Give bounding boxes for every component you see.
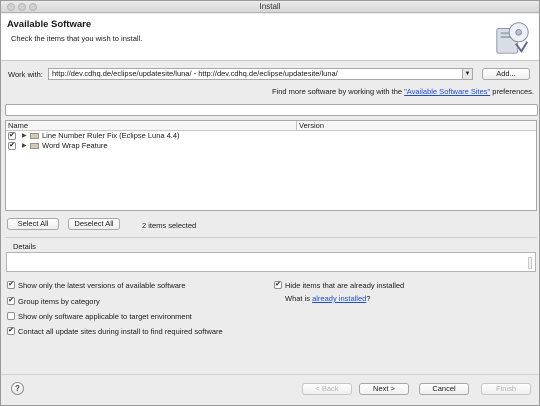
find-more-prefix: Find more software by working with the: [272, 87, 405, 96]
expand-triangle-icon[interactable]: ▶: [22, 131, 27, 141]
details-text-area[interactable]: [6, 252, 536, 272]
what-is-installed-text: What is already installed?: [285, 294, 370, 303]
group-by-category-label: Group items by category: [18, 297, 100, 306]
contact-update-sites-checkbox[interactable]: ✔: [7, 327, 15, 335]
next-button[interactable]: Next >: [359, 383, 409, 395]
close-window-button[interactable]: [7, 3, 15, 11]
table-row[interactable]: ✔ ▶ Line Number Ruler Fix (Eclipse Luna …: [6, 131, 536, 141]
available-software-sites-link[interactable]: "Available Software Sites": [404, 87, 490, 96]
row-checkbox[interactable]: ✔: [8, 142, 16, 150]
find-more-suffix: preferences.: [490, 87, 534, 96]
title-bar: Install: [1, 1, 539, 13]
hide-installed-checkbox[interactable]: ✔: [274, 281, 282, 289]
install-software-icon: [496, 22, 529, 54]
feature-package-icon: [30, 143, 39, 149]
column-version-header[interactable]: Version: [297, 121, 324, 131]
cancel-button[interactable]: Cancel: [419, 383, 469, 395]
select-all-button[interactable]: Select All: [7, 218, 59, 230]
feature-package-icon: [30, 133, 39, 139]
filter-input[interactable]: [5, 104, 538, 116]
what-is-prefix: What is: [285, 294, 313, 303]
already-installed-link[interactable]: already installed: [312, 294, 366, 303]
deselect-all-button[interactable]: Deselect All: [68, 218, 120, 230]
add-site-button[interactable]: Add...: [482, 68, 530, 80]
chevron-down-icon[interactable]: ▼: [462, 69, 472, 79]
table-header: Name Version: [6, 121, 536, 131]
contact-update-sites-label: Contact all update sites during install …: [18, 327, 223, 336]
software-table: Name Version ✔ ▶ Line Number Ruler Fix (…: [5, 120, 537, 211]
install-window: Install Available Software Check the ite…: [0, 0, 540, 406]
details-scrollbar[interactable]: [528, 257, 532, 269]
find-more-text: Find more software by working with the "…: [272, 87, 534, 96]
row-checkbox[interactable]: ✔: [8, 132, 16, 140]
hide-installed-label: Hide items that are already installed: [285, 281, 405, 290]
details-divider: [5, 237, 537, 238]
group-by-category-checkbox[interactable]: ✔: [7, 297, 15, 305]
minimize-window-button[interactable]: [18, 3, 26, 11]
expand-triangle-icon[interactable]: ▶: [22, 141, 27, 151]
footer-divider: [1, 374, 539, 375]
help-icon[interactable]: ?: [11, 382, 24, 395]
row-name: Line Number Ruler Fix (Eclipse Luna 4.4): [42, 131, 180, 140]
work-with-value: http://dev.cdhq.de/eclipse/updatesite/lu…: [52, 69, 338, 78]
work-with-combo[interactable]: http://dev.cdhq.de/eclipse/updatesite/lu…: [48, 68, 473, 80]
page-subtitle: Check the items that you wish to install…: [11, 34, 143, 43]
work-with-label: Work with:: [8, 70, 43, 79]
back-button[interactable]: < Back: [302, 383, 352, 395]
latest-versions-label: Show only the latest versions of availab…: [18, 281, 186, 290]
selection-count: 2 items selected: [142, 221, 197, 230]
what-is-suffix: ?: [366, 294, 371, 303]
target-environment-checkbox[interactable]: [7, 312, 15, 320]
finish-button[interactable]: Finish: [481, 383, 531, 395]
window-title: Install: [259, 2, 281, 11]
target-environment-label: Show only software applicable to target …: [18, 312, 192, 321]
page-title: Available Software: [7, 19, 92, 30]
details-label: Details: [13, 242, 36, 251]
table-row[interactable]: ✔ ▶ Word Wrap Feature: [6, 141, 536, 151]
row-name: Word Wrap Feature: [42, 141, 108, 150]
zoom-window-button[interactable]: [29, 3, 37, 11]
latest-versions-checkbox[interactable]: ✔: [7, 281, 15, 289]
wizard-header: Available Software Check the items that …: [1, 14, 539, 61]
column-name-header[interactable]: Name: [6, 121, 28, 131]
